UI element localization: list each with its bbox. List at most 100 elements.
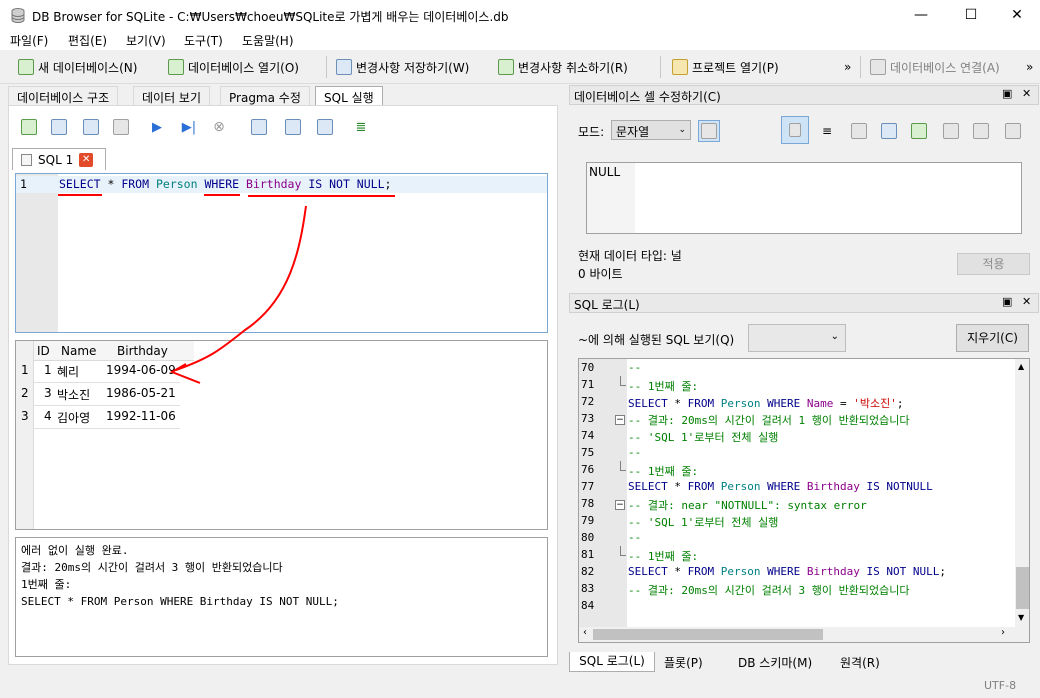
close-dock-icon[interactable]: ✕ [1022, 87, 1031, 100]
code-token: SELECT [59, 177, 101, 191]
tab-edit-pragmas[interactable]: Pragma 수정 [220, 86, 310, 106]
tab-plot[interactable]: 플롯(P) [664, 654, 703, 671]
apply-button[interactable]: 적용 [957, 253, 1030, 275]
row-number[interactable]: 1 [21, 363, 29, 377]
menu-tools[interactable]: 도구(T) [184, 32, 223, 49]
log-line-text: -- 결과: 20ms의 시간이 걸려서 3 행이 반환되었습니다 [628, 582, 910, 598]
tab-browse-data[interactable]: 데이터 보기 [133, 86, 211, 106]
open-project-button[interactable]: 프로젝트 열기(P) [672, 56, 779, 78]
find-replace-button[interactable] [314, 116, 336, 138]
log-line-number: 82 [581, 565, 595, 578]
cell-print-button[interactable] [1002, 120, 1024, 142]
menu-edit[interactable]: 편집(E) [68, 32, 107, 49]
code-token: IS NOT NULL [308, 177, 385, 191]
new-database-button[interactable]: 새 데이터베이스(N) [18, 56, 137, 78]
cell-id[interactable]: 3 [44, 386, 52, 400]
column-header-id[interactable]: ID [37, 344, 50, 358]
write-changes-button[interactable]: 변경사항 저장하기(W) [336, 56, 469, 78]
log-close-dock-icon[interactable]: ✕ [1022, 295, 1031, 308]
tab-remote[interactable]: 원격(R) [840, 654, 880, 671]
attach-database-button[interactable]: 데이터베이스 연결(A) [870, 56, 1000, 78]
execute-current-button[interactable]: ▶| [178, 116, 200, 138]
cell-name[interactable]: 혜리 [57, 363, 79, 380]
tab-execute-sql[interactable]: SQL 실행 [315, 86, 383, 106]
maximize-button[interactable]: ☐ [948, 0, 994, 30]
menu-file[interactable]: 파일(F) [10, 32, 48, 49]
column-header-birthday[interactable]: Birthday [117, 344, 168, 358]
fold-toggle-icon[interactable]: − [615, 500, 625, 510]
print-button[interactable] [110, 116, 132, 138]
log-line-text: SELECT * FROM Person WHERE Name = '박소진'; [628, 395, 903, 411]
word-wrap-button[interactable]: ≡ [816, 120, 838, 142]
export-button[interactable] [878, 120, 900, 142]
sql-query-text: SELECT * FROM Person WHERE Birthday IS N… [59, 177, 391, 191]
open-database-button[interactable]: 데이터베이스 열기(O) [168, 56, 299, 78]
row-number[interactable]: 3 [21, 409, 29, 423]
revert-changes-button[interactable]: 변경사항 취소하기(R) [498, 56, 628, 78]
comment-button[interactable]: ≣ [350, 116, 372, 138]
fold-toggle-icon[interactable]: − [615, 415, 625, 425]
auto-format-button[interactable] [698, 120, 720, 142]
cell-birthday[interactable]: 1986-05-21 [106, 386, 176, 400]
cell-name[interactable]: 김아영 [57, 409, 90, 426]
log-float-icon[interactable]: ▣ [1002, 295, 1012, 308]
scroll-right-icon[interactable]: › [1001, 627, 1005, 638]
toolbar-overflow-button-2[interactable]: » [1026, 56, 1033, 78]
toolbar-overflow-button[interactable]: » [844, 56, 851, 78]
text-view-button[interactable] [781, 116, 809, 144]
menu-help[interactable]: 도움말(H) [242, 32, 294, 49]
clear-button[interactable] [970, 120, 992, 142]
open-tab-button[interactable] [18, 116, 40, 138]
log-line-number: 83 [581, 582, 595, 595]
open-in-app-button[interactable] [940, 120, 962, 142]
log-horizontal-scrollbar[interactable]: ‹ › [579, 627, 1015, 642]
code-token: * [100, 177, 122, 191]
tab-database-structure[interactable]: 데이터베이스 구조 [8, 86, 119, 106]
code-token: -- [628, 361, 642, 374]
cell-id[interactable]: 1 [44, 363, 52, 377]
set-null-button[interactable] [908, 120, 930, 142]
log-hscroll-thumb[interactable] [593, 629, 823, 640]
sql-editor-tab[interactable]: SQL 1 ✕ [12, 148, 106, 170]
scroll-left-icon[interactable]: ‹ [583, 627, 587, 638]
tab-db-schema[interactable]: DB 스키마(M) [738, 654, 812, 671]
save-results-button[interactable] [248, 116, 270, 138]
mode-select[interactable]: 문자열 ⌄ [611, 120, 691, 140]
stop-button[interactable]: ⊗ [208, 116, 230, 138]
find-button[interactable] [282, 116, 304, 138]
code-token: * [667, 565, 688, 578]
sql-editor[interactable]: 1 SELECT * FROM Person WHERE Birthday IS… [15, 173, 548, 333]
sql-log-view[interactable]: 70 -- 71 -- 1번째 줄: 72 SELECT * FROM Person WH… [578, 358, 1030, 643]
minimize-button[interactable]: — [898, 0, 944, 30]
close-button[interactable]: ✕ [994, 0, 1040, 30]
code-token: -- 1번째 줄: [628, 550, 699, 563]
results-grid[interactable]: ID Name Birthday 1 1 혜리 1994-06-09 2 3 박소진 1986… [15, 340, 548, 530]
scroll-up-icon[interactable]: ▲ [1018, 362, 1024, 371]
cell-name[interactable]: 박소진 [57, 386, 90, 403]
import-button[interactable] [848, 120, 870, 142]
play-line-icon: ▶| [181, 119, 197, 135]
comment-icon: ≣ [355, 119, 367, 135]
close-tab-icon[interactable]: ✕ [79, 152, 94, 167]
open-sql-file-button[interactable] [48, 116, 70, 138]
save-sql-file-button[interactable] [80, 116, 102, 138]
tab-sql-log[interactable]: SQL 로그(L) [569, 652, 655, 672]
column-header-name[interactable]: Name [61, 344, 96, 358]
cell-value: NULL [589, 165, 621, 179]
log-vertical-scrollbar[interactable]: ▲ ▼ [1015, 359, 1029, 642]
clear-log-button[interactable]: 지우기(C) [956, 324, 1029, 352]
execute-all-button[interactable]: ▶ [146, 116, 168, 138]
chevron-down-icon: ⌄ [830, 331, 839, 342]
scroll-down-icon[interactable]: ▼ [1018, 613, 1024, 622]
cell-birthday[interactable]: 1994-06-09 [106, 363, 176, 377]
cell-birthday[interactable]: 1992-11-06 [106, 409, 176, 423]
new-database-label: 새 데이터베이스(N) [38, 60, 138, 75]
row-number[interactable]: 2 [21, 386, 29, 400]
log-filter-select[interactable]: ⌄ [748, 324, 846, 352]
menu-view[interactable]: 보기(V) [126, 32, 166, 49]
log-scroll-thumb[interactable] [1016, 567, 1029, 609]
float-icon[interactable]: ▣ [1002, 87, 1012, 100]
cell-id[interactable]: 4 [44, 409, 52, 423]
cell-value-editor[interactable]: NULL [586, 162, 1022, 234]
